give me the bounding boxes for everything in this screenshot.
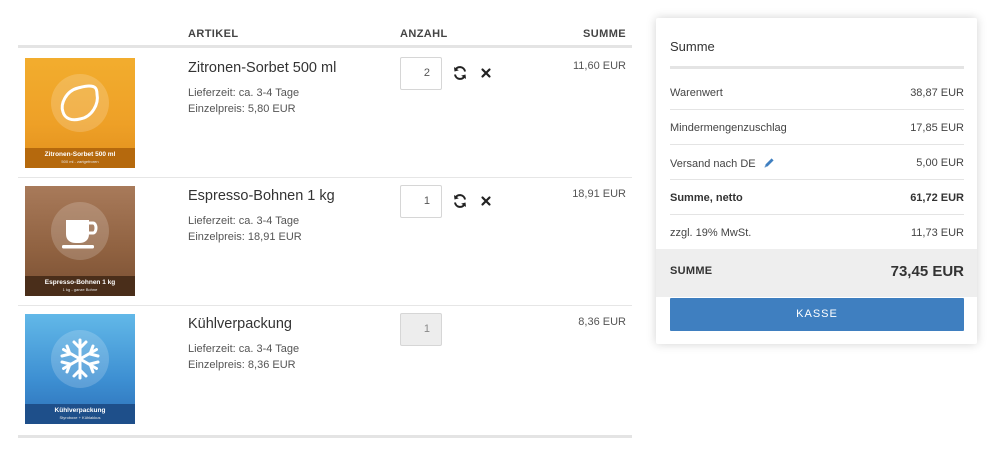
summary-value: 61,72 EUR (910, 192, 964, 204)
summary-value: 5,00 EUR (916, 157, 964, 169)
total-value: 73,45 EUR (890, 263, 964, 280)
summary-value: 38,87 EUR (910, 87, 964, 99)
refresh-icon[interactable] (452, 65, 468, 81)
unit-price: Einzelpreis: 18,91 EUR (188, 231, 302, 243)
summary-value: 11,73 EUR (911, 227, 964, 239)
image-caption-title: Zitronen-Sorbet 500 ml (44, 151, 116, 158)
image-caption-title: Espresso-Bohnen 1 kg (44, 279, 116, 286)
image-caption-subtitle: 1 kg - ganze Bohne (62, 287, 98, 292)
summary-title: Summe (670, 39, 715, 54)
product-image-espresso-bohnen[interactable]: Espresso-Bohnen 1 kg 1 kg - ganze Bohne (25, 186, 135, 296)
product-image-zitronen-sorbet[interactable]: Zitronen-Sorbet 500 ml 500 ml - zartgefr… (25, 58, 135, 168)
cart-row-kuehlverpackung: Kühlverpackung Styroboxe + Kühlakkus Küh… (18, 306, 632, 438)
image-caption-subtitle: Styroboxe + Kühlakkus (59, 415, 101, 420)
unit-price: Einzelpreis: 5,80 EUR (188, 103, 296, 115)
summary-total: SUMME 73,45 EUR (656, 249, 977, 297)
summary-value: 17,85 EUR (910, 122, 964, 134)
order-summary-card: Summe Warenwert 38,87 EUR Mindermengenzu… (656, 18, 977, 344)
cart-table-header: ARTIKEL ANZAHL SUMME (18, 0, 632, 48)
product-image-kuehlverpackung[interactable]: Kühlverpackung Styroboxe + Kühlakkus (25, 314, 135, 424)
unit-price: Einzelpreis: 8,36 EUR (188, 359, 296, 371)
column-header-summe: SUMME (583, 28, 626, 40)
total-label: SUMME (670, 265, 713, 277)
product-name[interactable]: Zitronen-Sorbet 500 ml (188, 60, 336, 76)
summary-label: Summe, netto (670, 192, 743, 204)
cart-row-espresso-bohnen: Espresso-Bohnen 1 kg 1 kg - ganze Bohne … (18, 178, 632, 306)
pencil-icon[interactable] (763, 157, 775, 172)
lemon-icon (60, 84, 99, 122)
summary-row-netto: Summe, netto 61,72 EUR (670, 180, 964, 215)
product-name[interactable]: Espresso-Bohnen 1 kg (188, 188, 335, 204)
refresh-icon[interactable] (452, 193, 468, 209)
close-icon[interactable] (478, 65, 494, 81)
column-header-artikel: ARTIKEL (188, 28, 239, 40)
column-header-anzahl: ANZAHL (400, 28, 448, 40)
summary-row-mindermengenzuschlag: Mindermengenzuschlag 17,85 EUR (670, 110, 964, 145)
delivery-time: Lieferzeit: ca. 3-4 Tage (188, 87, 300, 99)
summary-row-versand: Versand nach DE 5,00 EUR (670, 145, 964, 180)
summary-label: Warenwert (670, 87, 723, 99)
checkout-button[interactable]: KASSE (670, 298, 964, 331)
divider (670, 66, 964, 69)
row-sum: 11,60 EUR (573, 60, 626, 72)
coffee-cup-icon (62, 220, 98, 249)
summary-label: zzgl. 19% MwSt. (670, 227, 752, 239)
row-sum: 18,91 EUR (572, 188, 626, 200)
summary-label: Versand nach DE (670, 158, 756, 170)
summary-row-mwst: zzgl. 19% MwSt. 11,73 EUR (670, 215, 964, 250)
image-caption-subtitle: 500 ml - zartgefroren (61, 159, 99, 164)
snowflake-icon (60, 338, 100, 380)
close-icon[interactable] (478, 193, 494, 209)
delivery-time: Lieferzeit: ca. 3-4 Tage (188, 343, 300, 355)
image-caption-title: Kühlverpackung (54, 407, 106, 414)
row-sum: 8,36 EUR (578, 316, 626, 328)
quantity-input-disabled: 1 (400, 313, 442, 346)
delivery-time: Lieferzeit: ca. 3-4 Tage (188, 215, 300, 227)
summary-row-warenwert: Warenwert 38,87 EUR (670, 75, 964, 110)
summary-label: Mindermengenzuschlag (670, 122, 787, 134)
cart-row-zitronen-sorbet: Zitronen-Sorbet 500 ml 500 ml - zartgefr… (18, 50, 632, 178)
quantity-input[interactable]: 1 (400, 185, 442, 218)
product-name: Kühlverpackung (188, 316, 292, 332)
quantity-input[interactable]: 2 (400, 57, 442, 90)
